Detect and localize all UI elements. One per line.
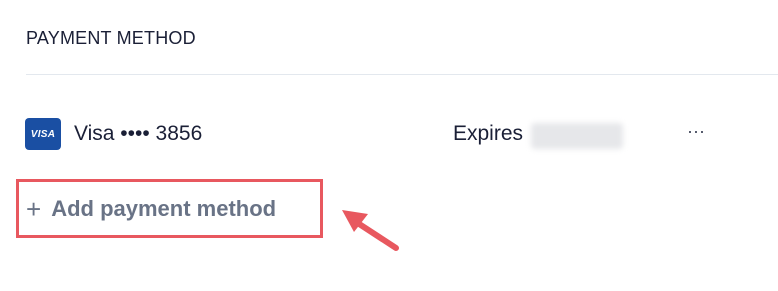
card-label: Visa •••• 3856 — [74, 122, 203, 145]
expires-label: Expires — [453, 122, 524, 145]
plus-icon: + — [26, 194, 42, 224]
section-title: PAYMENT METHOD — [26, 28, 196, 48]
payment-method-panel: PAYMENT METHOD VISA Visa •••• 3856 Expir… — [0, 0, 778, 291]
pointer-arrow-icon — [342, 210, 399, 251]
visa-logo-icon: VISA — [25, 118, 61, 150]
add-payment-method-label: Add payment method — [51, 196, 277, 221]
payment-method-row: VISA Visa •••• 3856 Expires ··· — [25, 116, 745, 152]
section-divider — [26, 74, 778, 75]
more-options-icon[interactable]: ··· — [684, 118, 708, 146]
expires-value-redacted — [531, 123, 623, 149]
add-payment-method-button[interactable]: + Add payment method — [26, 196, 276, 222]
